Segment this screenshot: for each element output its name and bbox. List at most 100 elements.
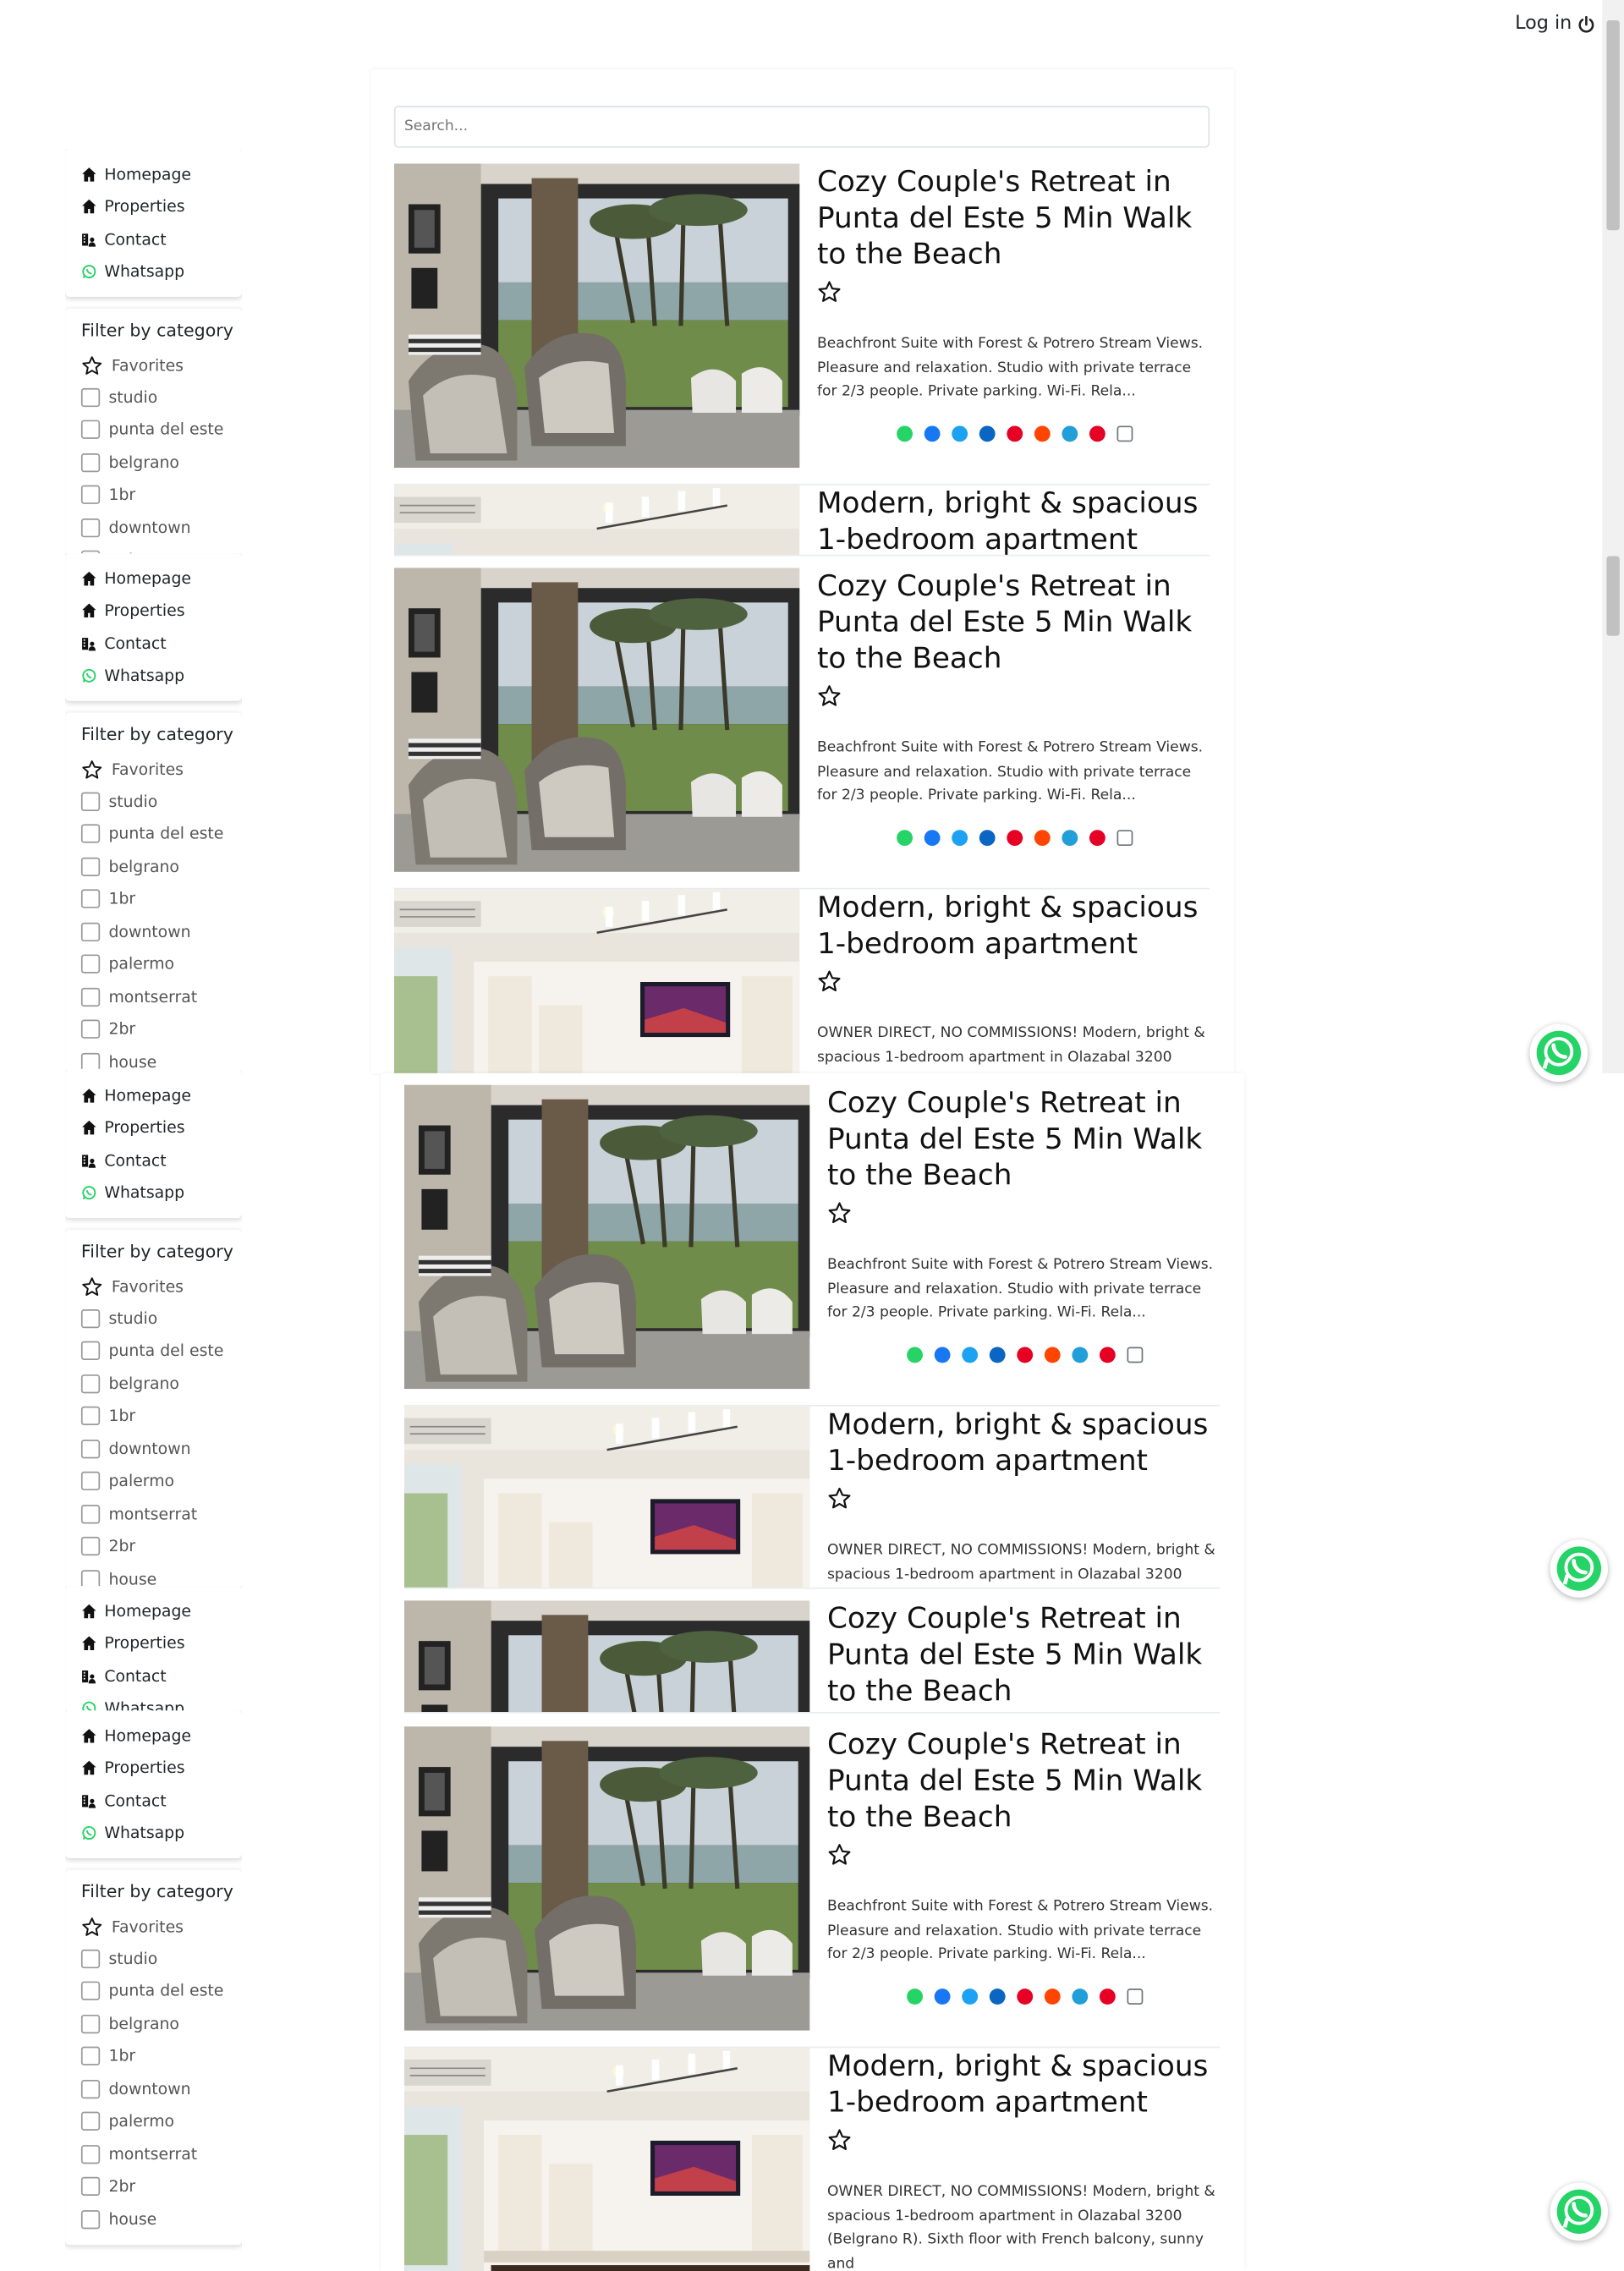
category-checkbox[interactable] xyxy=(80,1949,101,1968)
pinterest-share-icon[interactable] xyxy=(1006,425,1023,442)
category-checkbox[interactable] xyxy=(80,1052,101,1069)
category-checkbox[interactable] xyxy=(80,453,101,472)
category-filter-studio[interactable]: studio xyxy=(80,1942,242,1975)
category-filter-montserrat[interactable]: montserrat xyxy=(80,2138,242,2171)
favorite-star-icon[interactable] xyxy=(817,279,842,304)
category-filter-studio[interactable]: studio xyxy=(80,381,242,414)
listing-photo[interactable] xyxy=(403,1084,810,1390)
category-filter-downtown[interactable]: downtown xyxy=(80,511,242,544)
copy-link-icon[interactable] xyxy=(1116,425,1133,442)
category-filter-punta-del-este[interactable]: punta del este xyxy=(80,818,242,851)
category-filter-1br[interactable]: 1br xyxy=(80,1400,242,1433)
twitter-share-icon[interactable] xyxy=(951,425,968,442)
login-link[interactable]: Log in xyxy=(1515,13,1595,35)
listing-card[interactable]: Modern, bright & spacious 1-bedroom apar… xyxy=(393,485,1210,557)
category-filter-palermo[interactable]: palermo xyxy=(80,1465,242,1498)
category-checkbox[interactable] xyxy=(80,889,101,909)
whatsapp-share-icon[interactable] xyxy=(906,1346,923,1363)
telegram-share-icon[interactable] xyxy=(1071,1346,1088,1363)
telegram-share-icon[interactable] xyxy=(1071,1988,1088,2005)
whatsapp-float-button[interactable] xyxy=(1550,2182,1609,2241)
category-filter-house[interactable]: house xyxy=(80,1045,242,1069)
category-filter-2br[interactable]: 2br xyxy=(80,1013,242,1046)
category-checkbox[interactable] xyxy=(80,954,101,974)
whatsapp-float-button[interactable] xyxy=(1529,1023,1588,1083)
copy-link-icon[interactable] xyxy=(1126,1988,1143,2005)
email-share-icon[interactable] xyxy=(1099,1346,1115,1363)
category-filter-belgrano[interactable]: belgrano xyxy=(80,446,242,479)
listing-photo[interactable] xyxy=(393,889,800,1073)
listing-photo[interactable] xyxy=(393,485,800,555)
category-filter-downtown[interactable]: downtown xyxy=(80,915,242,948)
facebook-share-icon[interactable] xyxy=(933,1988,950,2005)
nav-item-contact[interactable]: Contact xyxy=(81,1144,242,1177)
category-checkbox[interactable] xyxy=(80,420,101,440)
category-checkbox[interactable] xyxy=(80,518,101,537)
listing-card[interactable]: Modern, bright & spacious 1-bedroom apar… xyxy=(403,1406,1221,1589)
category-checkbox[interactable] xyxy=(80,2079,101,2098)
nav-item-whatsapp[interactable]: Whatsapp xyxy=(81,1817,242,1850)
category-checkbox[interactable] xyxy=(80,2209,101,2229)
twitter-share-icon[interactable] xyxy=(961,1346,978,1363)
listing-title[interactable]: Cozy Couple's Retreat in Punta del Este … xyxy=(817,164,1210,272)
category-checkbox[interactable] xyxy=(80,1439,101,1458)
listing-card[interactable]: Modern, bright & spacious 1-bedroom apar… xyxy=(403,2048,1220,2271)
nav-item-properties[interactable]: Properties xyxy=(81,1111,242,1144)
category-filter-house[interactable]: house xyxy=(80,1563,242,1587)
nav-item-contact[interactable]: Contact xyxy=(81,1659,242,1692)
category-checkbox[interactable] xyxy=(80,1981,101,2001)
pinterest-share-icon[interactable] xyxy=(1016,1988,1033,2005)
nav-item-properties[interactable]: Properties xyxy=(81,1627,242,1660)
category-filter-punta-del-este[interactable]: punta del este xyxy=(80,1335,242,1368)
category-checkbox[interactable] xyxy=(80,2144,101,2164)
category-filter-1br[interactable]: 1br xyxy=(80,2040,242,2073)
category-checkbox[interactable] xyxy=(80,485,101,505)
nav-item-contact[interactable]: Contact xyxy=(81,627,242,660)
category-filter-downtown[interactable]: downtown xyxy=(80,1433,242,1466)
whatsapp-share-icon[interactable] xyxy=(906,1988,923,2005)
reddit-share-icon[interactable] xyxy=(1034,425,1050,442)
favorites-filter[interactable]: Favorites xyxy=(81,753,242,785)
category-checkbox[interactable] xyxy=(80,1407,101,1426)
favorite-star-icon[interactable] xyxy=(827,1486,852,1511)
facebook-share-icon[interactable] xyxy=(933,1346,950,1363)
listing-photo[interactable] xyxy=(403,1600,810,1713)
copy-link-icon[interactable] xyxy=(1126,1346,1143,1363)
telegram-share-icon[interactable] xyxy=(1061,425,1078,442)
listing-photo[interactable] xyxy=(403,2048,810,2271)
category-checkbox[interactable] xyxy=(80,1374,101,1393)
email-share-icon[interactable] xyxy=(1089,425,1105,442)
whatsapp-share-icon[interactable] xyxy=(896,829,913,846)
email-share-icon[interactable] xyxy=(1089,829,1105,846)
listing-title[interactable]: Cozy Couple's Retreat in Punta del Este … xyxy=(827,1600,1220,1709)
category-checkbox[interactable] xyxy=(80,2112,101,2131)
linkedin-share-icon[interactable] xyxy=(988,1988,1005,2005)
category-checkbox[interactable] xyxy=(80,2047,101,2066)
category-checkbox[interactable] xyxy=(80,2014,101,2033)
listing-title[interactable]: Cozy Couple's Retreat in Punta del Este … xyxy=(827,1726,1220,1835)
category-checkbox[interactable] xyxy=(80,1537,101,1556)
nav-item-properties[interactable]: Properties xyxy=(81,1752,242,1785)
category-filter-punta-del-este[interactable]: punta del este xyxy=(80,1975,242,2008)
scrollbar-thumb[interactable] xyxy=(1606,556,1620,636)
category-filter-belgrano[interactable]: belgrano xyxy=(80,2007,242,2040)
listing-title[interactable]: Modern, bright & spacious 1-bedroom apar… xyxy=(827,2048,1220,2120)
category-checkbox[interactable] xyxy=(80,387,101,407)
nav-item-homepage[interactable]: Homepage xyxy=(81,1594,242,1627)
favorite-star-icon[interactable] xyxy=(827,1842,852,1867)
category-checkbox[interactable] xyxy=(80,1504,101,1524)
nav-item-whatsapp[interactable]: Whatsapp xyxy=(81,660,242,693)
telegram-share-icon[interactable] xyxy=(1061,829,1078,846)
linkedin-share-icon[interactable] xyxy=(988,1346,1005,1363)
nav-item-properties[interactable]: Properties xyxy=(81,595,242,628)
linkedin-share-icon[interactable] xyxy=(978,425,995,442)
category-filter-palermo[interactable]: palermo xyxy=(80,948,242,981)
nav-item-properties[interactable]: Properties xyxy=(81,190,242,223)
category-filter-downtown[interactable]: downtown xyxy=(80,2072,242,2105)
category-checkbox[interactable] xyxy=(80,1472,101,1491)
scrollbar-thumb[interactable] xyxy=(1606,19,1620,231)
category-filter-1br[interactable]: 1br xyxy=(80,479,242,512)
twitter-share-icon[interactable] xyxy=(961,1988,978,2005)
listing-card[interactable]: Cozy Couple's Retreat in Punta del Este … xyxy=(393,568,1210,890)
listing-photo[interactable] xyxy=(403,1406,810,1588)
